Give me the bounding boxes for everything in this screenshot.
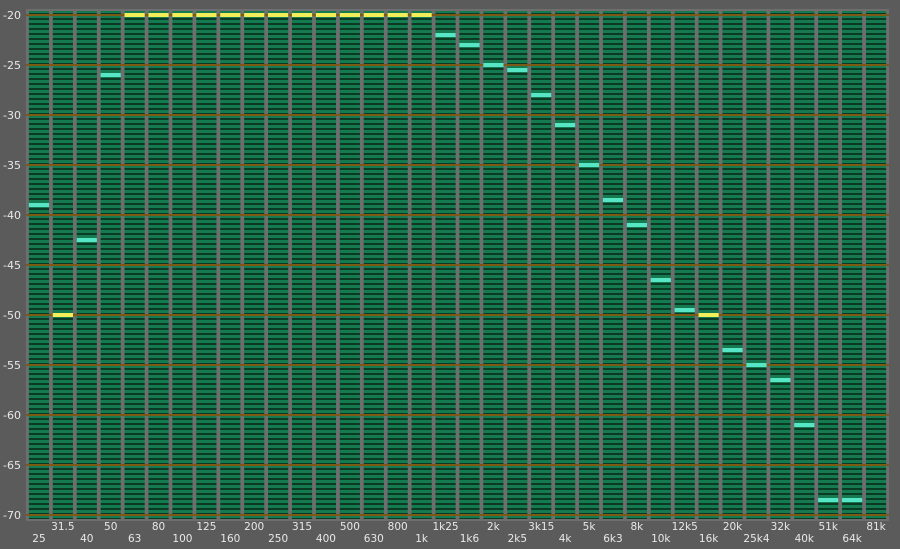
x-tick-label: 125 xyxy=(196,521,216,533)
peak-marker xyxy=(650,278,671,282)
x-tick-label: 4k xyxy=(559,533,573,545)
peak-marker xyxy=(507,68,528,72)
x-tick-label: 400 xyxy=(316,533,336,545)
x-tick-label: 50 xyxy=(104,521,117,533)
peak-marker xyxy=(626,223,647,227)
x-tick-label: 40k xyxy=(795,533,815,545)
peak-marker xyxy=(698,313,719,317)
y-tick-label: -70 xyxy=(3,509,21,522)
x-tick-label: 40 xyxy=(80,533,93,545)
peak-marker xyxy=(339,13,360,17)
peak-marker xyxy=(172,13,193,17)
x-tick-label: 1k25 xyxy=(432,521,458,533)
x-tick-label: 2k5 xyxy=(508,533,527,545)
peak-marker xyxy=(435,33,456,37)
y-tick-label: -30 xyxy=(3,109,21,122)
peak-marker xyxy=(531,93,552,97)
peak-marker xyxy=(794,423,815,427)
x-tick-label: 1k6 xyxy=(460,533,480,545)
x-tick-label: 16k xyxy=(699,533,719,545)
peak-marker xyxy=(459,43,480,47)
x-tick-label: 630 xyxy=(364,533,384,545)
peak-marker xyxy=(555,123,576,127)
peak-marker xyxy=(363,13,384,17)
peak-marker xyxy=(244,13,265,17)
y-tick-label: -60 xyxy=(3,409,21,422)
peak-marker xyxy=(220,13,241,17)
y-tick-label: -20 xyxy=(3,9,21,22)
peak-marker xyxy=(722,348,743,352)
x-tick-label: 6k3 xyxy=(603,533,622,545)
y-tick-label: -45 xyxy=(3,259,21,272)
x-tick-label: 63 xyxy=(128,533,141,545)
y-tick-label: -50 xyxy=(3,309,21,322)
x-tick-label: 8k xyxy=(630,521,644,533)
peak-marker xyxy=(674,308,695,312)
peak-marker xyxy=(76,238,97,242)
x-tick-label: 10k xyxy=(651,533,671,545)
x-tick-label: 81k xyxy=(866,521,886,533)
x-tick-label: 12k5 xyxy=(672,521,698,533)
peak-marker xyxy=(28,203,50,207)
peak-marker xyxy=(148,13,169,17)
x-tick-label: 32k xyxy=(771,521,791,533)
x-tick-label: 800 xyxy=(388,521,408,533)
x-tick-label: 500 xyxy=(340,521,360,533)
peak-marker xyxy=(818,498,839,502)
peak-marker xyxy=(602,198,624,202)
x-tick-label: 64k xyxy=(842,533,862,545)
peak-marker xyxy=(196,13,217,17)
x-tick-label: 1k xyxy=(415,533,429,545)
x-tick-label: 160 xyxy=(220,533,240,545)
x-tick-label: 315 xyxy=(292,521,312,533)
peak-marker xyxy=(100,73,121,77)
x-tick-label: 3k15 xyxy=(528,521,554,533)
y-tick-label: -25 xyxy=(3,59,21,72)
x-tick-label: 25 xyxy=(32,533,45,545)
y-tick-label: -55 xyxy=(3,359,21,372)
x-tick-label: 5k xyxy=(583,521,597,533)
spectrum-chart: -20 -25 -30 -35 -40 -45 -50 -55 -60 -65 -70 25 31.5 4… xyxy=(3,9,889,545)
x-tick-label: 25k4 xyxy=(743,533,769,545)
peak-marker xyxy=(578,163,600,167)
peak-marker xyxy=(411,13,432,17)
peak-marker xyxy=(842,498,863,502)
x-tick-label: 2k xyxy=(487,521,501,533)
peak-marker xyxy=(52,313,73,317)
peak-marker xyxy=(387,13,408,17)
peak-marker xyxy=(770,378,791,382)
x-tick-label: 100 xyxy=(172,533,192,545)
peak-marker xyxy=(291,13,313,17)
x-tick-label: 250 xyxy=(268,533,288,545)
y-tick-label: -40 xyxy=(3,209,21,222)
x-tick-label: 31.5 xyxy=(51,521,74,533)
y-tick-label: -35 xyxy=(3,159,21,172)
x-tick-label: 200 xyxy=(244,521,264,533)
peak-marker xyxy=(268,13,289,17)
x-tick-label: 51k xyxy=(818,521,838,533)
peak-marker xyxy=(483,63,504,67)
x-tick-label: 20k xyxy=(723,521,743,533)
y-tick-label: -65 xyxy=(3,459,21,472)
peak-marker xyxy=(746,363,767,367)
peak-marker xyxy=(315,13,337,17)
peak-marker xyxy=(124,13,145,17)
x-tick-label: 80 xyxy=(152,521,165,533)
